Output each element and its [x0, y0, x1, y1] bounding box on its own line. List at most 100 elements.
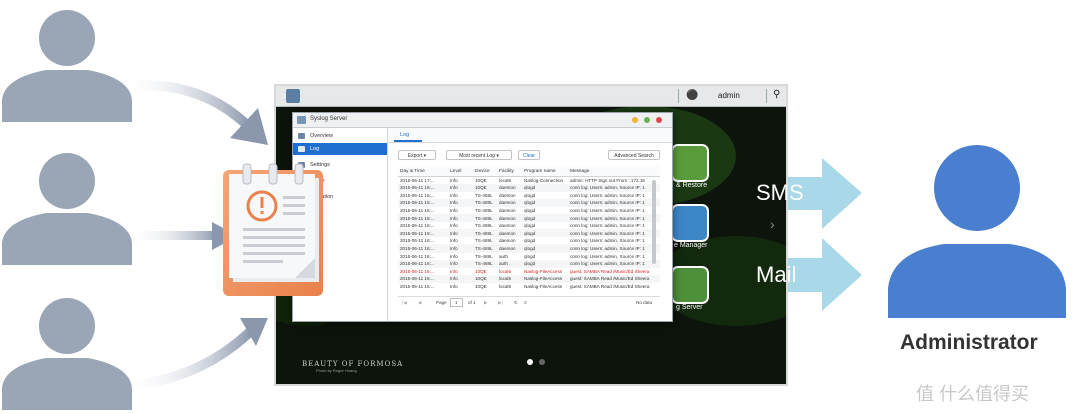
page-dots[interactable]: [524, 352, 548, 370]
table-cell: daemon: [499, 207, 516, 213]
table-cell: conn log: Users: admin, Source IP: 1: [570, 223, 645, 229]
maximize-icon[interactable]: [644, 117, 650, 123]
syslog-server-label[interactable]: g Server: [676, 304, 702, 311]
table-cell: 2015-06-11 16:...: [400, 276, 435, 282]
table-cell: admin: HTTP Sign out From ::172.16: [570, 177, 645, 183]
tab-bar: Log: [388, 128, 672, 143]
table-cell: conn log: Users: admin, Source IP: 1: [570, 245, 645, 251]
col-program[interactable]: Program name: [524, 169, 556, 174]
next-page-icon[interactable]: ▶: [484, 300, 488, 306]
username[interactable]: admin: [718, 91, 740, 100]
table-cell: Info: [450, 268, 458, 274]
settings-small-icon[interactable]: ≡: [524, 300, 527, 305]
log-document-icon: [223, 163, 323, 296]
table-cell: conn log: Users: admin, Source IP: 1: [570, 185, 645, 191]
recent-log-select[interactable]: Most recent Log ▾: [446, 150, 512, 160]
table-cell: 2015-06-11 16:...: [400, 238, 435, 244]
table-cell: Info: [450, 276, 458, 282]
table-cell: 2015-06-11 16:...: [400, 283, 435, 289]
first-page-icon[interactable]: |◀: [402, 300, 407, 306]
table-cell: 2015-06-11 16:...: [400, 230, 435, 236]
manager-label[interactable]: e Manager: [674, 242, 707, 249]
col-level[interactable]: Level: [450, 169, 461, 174]
table-cell: Info: [450, 238, 458, 244]
clear-button[interactable]: Clear: [518, 150, 540, 160]
table-cell: auth: [499, 253, 508, 259]
table-cell: qlogd: [524, 261, 536, 267]
window-titlebar[interactable]: Syslog Server: [293, 113, 672, 128]
table-cell: conn log: Users: admin, Source IP: 1: [570, 215, 645, 221]
table-cell: Info: [450, 215, 458, 221]
table-cell: Info: [450, 261, 458, 267]
table-cell: local6: [499, 283, 512, 289]
table-cell: conn log: Users: admin, Source IP: 1: [570, 192, 645, 198]
table-cell: daemon: [499, 192, 516, 198]
arrow-middle: [128, 231, 218, 240]
last-page-icon[interactable]: ▶|: [498, 300, 503, 306]
close-icon[interactable]: [656, 117, 662, 123]
minimize-icon[interactable]: [632, 117, 638, 123]
search-icon[interactable]: ⚲: [773, 89, 780, 100]
table-cell: Info: [450, 253, 458, 259]
table-cell: 2015-06-11 16:...: [400, 207, 435, 213]
table-cell: Info: [450, 230, 458, 236]
manager-icon[interactable]: [671, 204, 709, 242]
main-panel: Log Export ▾ Most recent Log ▾ Clear Adv…: [388, 128, 672, 321]
col-facility[interactable]: Facility: [499, 169, 514, 174]
table-cell: guest: SAMBA Read /Music/Ed Sheera: [570, 268, 650, 274]
table-cell: conn log: Users: admin, Source IP: 1: [570, 207, 645, 213]
table-cell: 2015-06-11 16:...: [400, 215, 435, 221]
brand-text: BEAUTY OF FORMOSA: [302, 360, 404, 368]
table-cell: Naslog-FileAccess: [524, 276, 563, 282]
refresh-icon[interactable]: ↻: [514, 300, 518, 306]
table-cell: TS-469L: [475, 192, 493, 198]
table-cell: TS-469L: [475, 223, 493, 229]
pager: |◀ ◀ Page 1 of 1 ▶ ▶| ↻ ≡ No data: [398, 296, 660, 307]
table-cell: 10QE: [475, 276, 487, 282]
table-cell: Naslog-FileAccess: [524, 283, 563, 289]
table-cell: Naslog-FileAccess: [524, 268, 563, 274]
app-icon: [297, 116, 306, 124]
tab-log[interactable]: Log: [400, 132, 409, 138]
table-cell: daemon: [499, 223, 516, 229]
table-row[interactable]: 2015-06-11 16:... Info 10QE local6 Naslog-Fi…: [398, 282, 660, 290]
table-cell: TS-469L: [475, 238, 493, 244]
syslog-server-icon[interactable]: [671, 266, 709, 304]
table-cell: conn log: Users: admin, Source IP: 1: [570, 253, 645, 259]
table-cell: qlogd: [524, 245, 536, 251]
advanced-search-button[interactable]: Advanced Search: [608, 150, 660, 160]
backup-restore-icon[interactable]: [671, 144, 709, 182]
user-icon: [2, 10, 132, 122]
col-device[interactable]: Device: [475, 169, 490, 174]
table-cell: 2015-06-11 16:...: [400, 200, 435, 206]
table-cell: daemon: [499, 215, 516, 221]
page-input[interactable]: 1: [450, 298, 463, 307]
col-datetime[interactable]: Day & Time: [400, 169, 425, 174]
table-cell: Info: [450, 223, 458, 229]
table-cell: Info: [450, 283, 458, 289]
pager-status: No data: [636, 300, 653, 305]
col-message[interactable]: Message: [570, 169, 589, 174]
table-cell: qlogd: [524, 192, 536, 198]
table-cell: qlogd: [524, 223, 536, 229]
table-cell: conn log: Users: admin, Source IP: 1: [570, 238, 645, 244]
export-button[interactable]: Export ▾: [398, 150, 436, 160]
table-cell: local6: [499, 268, 512, 274]
sidebar-item-overview[interactable]: Overview: [293, 130, 387, 142]
user-icon: [2, 153, 132, 265]
prev-page-icon[interactable]: ◀: [418, 300, 422, 306]
backup-restore-label[interactable]: & Restore: [676, 182, 707, 189]
sms-label: SMS: [756, 180, 804, 205]
chevron-right-icon[interactable]: ›: [770, 216, 775, 232]
table-cell: local6: [499, 177, 512, 183]
table-cell: daemon: [499, 185, 516, 191]
table-cell: auth: [499, 261, 508, 267]
table-cell: qlogd: [524, 185, 536, 191]
table-cell: daemon: [499, 238, 516, 244]
arrow-bottom: [124, 326, 256, 391]
main-menu-button[interactable]: [286, 89, 300, 103]
user-icon[interactable]: ⚫: [686, 90, 698, 102]
table-cell: TS-469L: [475, 253, 493, 259]
sidebar-item-log[interactable]: Log: [293, 143, 387, 155]
table-scrollbar[interactable]: [652, 180, 656, 264]
